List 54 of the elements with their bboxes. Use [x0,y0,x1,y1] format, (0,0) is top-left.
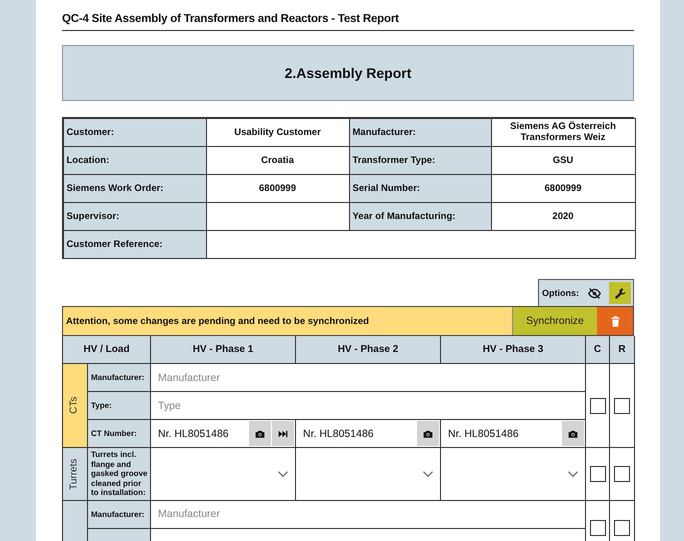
checkbox[interactable] [590,520,606,536]
column-header: HV - Phase 2 [296,336,441,364]
skip-forward-icon [278,428,288,438]
options-label: Options: [542,288,579,298]
input-field[interactable]: Type [151,392,586,420]
dropdown[interactable] [441,448,586,501]
camera-icon [423,428,433,438]
field-label: Year of Manufacturing: [348,202,492,230]
checkbox[interactable] [614,466,630,482]
camera-icon [568,428,578,438]
dropdown[interactable] [151,448,296,501]
group-label: Turrets [63,448,88,501]
input-field[interactable]: Nr. HL8051486 [441,420,562,447]
field-label: Transformer Type: [348,146,492,174]
row-label: Turrets incl. flange and gasked groove cleaned prior to installation: [88,448,151,501]
field-label: Customer Reference: [62,230,206,258]
group-label: CTs [63,364,88,448]
field-label: Siemens Work Order: [62,174,206,202]
column-header: HV - Phase 1 [151,336,296,364]
checkbox[interactable] [614,398,630,414]
checkbox[interactable] [590,466,606,482]
input-field[interactable]: Nr. HL8051486 [296,420,417,447]
settings-button[interactable] [609,282,631,304]
input-field[interactable]: Manufacturer [151,500,586,529]
camera-button[interactable] [417,421,439,446]
synchronize-button[interactable]: Synchronize [512,307,597,335]
column-header: C [586,336,610,364]
camera-button[interactable] [562,421,584,446]
section-title: 2.Assembly Report [62,45,634,101]
wrench-icon [614,286,626,300]
document-title: QC-4 Site Assembly of Transformers and Reactors - Test Report [62,0,634,31]
column-header: R [610,336,635,364]
field-label: Serial Number: [348,174,492,202]
checkbox[interactable] [590,398,606,414]
field-label: Manufacturer: [348,118,492,146]
eye-slash-icon [588,286,600,300]
camera-icon [255,428,265,438]
column-header: HV - Phase 3 [441,336,586,364]
column-header: HV / Load [63,336,151,364]
checkbox[interactable] [614,520,630,536]
row-label: Type: [88,392,151,420]
input-field[interactable]: Manufacturer [151,364,586,392]
field-label: Location: [62,146,206,174]
field-value: Siemens AG Österreich Transformers Weiz [490,118,636,146]
dropdown[interactable] [296,448,441,501]
warning-message: Attention, some changes are pending and need to be synchronized [63,307,512,335]
skip-forward-button[interactable] [272,421,294,446]
row-label: CT Number: [88,420,151,448]
row-label: Manufacturer: [88,364,151,392]
camera-button[interactable] [249,421,271,446]
field-label: Supervisor: [62,202,206,230]
row-label: Manufacturer: [88,500,151,529]
field-label: Customer: [62,118,206,146]
trash-icon [608,314,622,328]
